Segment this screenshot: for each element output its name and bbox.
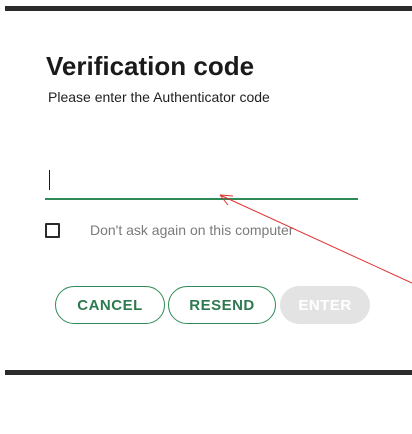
cancel-button[interactable]: CANCEL — [55, 286, 165, 324]
text-caret — [49, 170, 50, 190]
dialog-subtitle: Please enter the Authenticator code — [48, 89, 270, 105]
remember-row[interactable]: Don't ask again on this computer — [45, 220, 293, 240]
code-input[interactable] — [45, 165, 358, 198]
dialog-title: Verification code — [46, 51, 255, 81]
resend-button[interactable]: RESEND — [168, 286, 276, 324]
screen: Verification code Please enter the Authe… — [0, 0, 412, 434]
remember-checkbox[interactable] — [45, 222, 60, 238]
remember-label: Don't ask again on this computer — [90, 222, 294, 238]
enter-button[interactable]: ENTER — [280, 286, 370, 324]
code-field[interactable] — [45, 165, 358, 200]
